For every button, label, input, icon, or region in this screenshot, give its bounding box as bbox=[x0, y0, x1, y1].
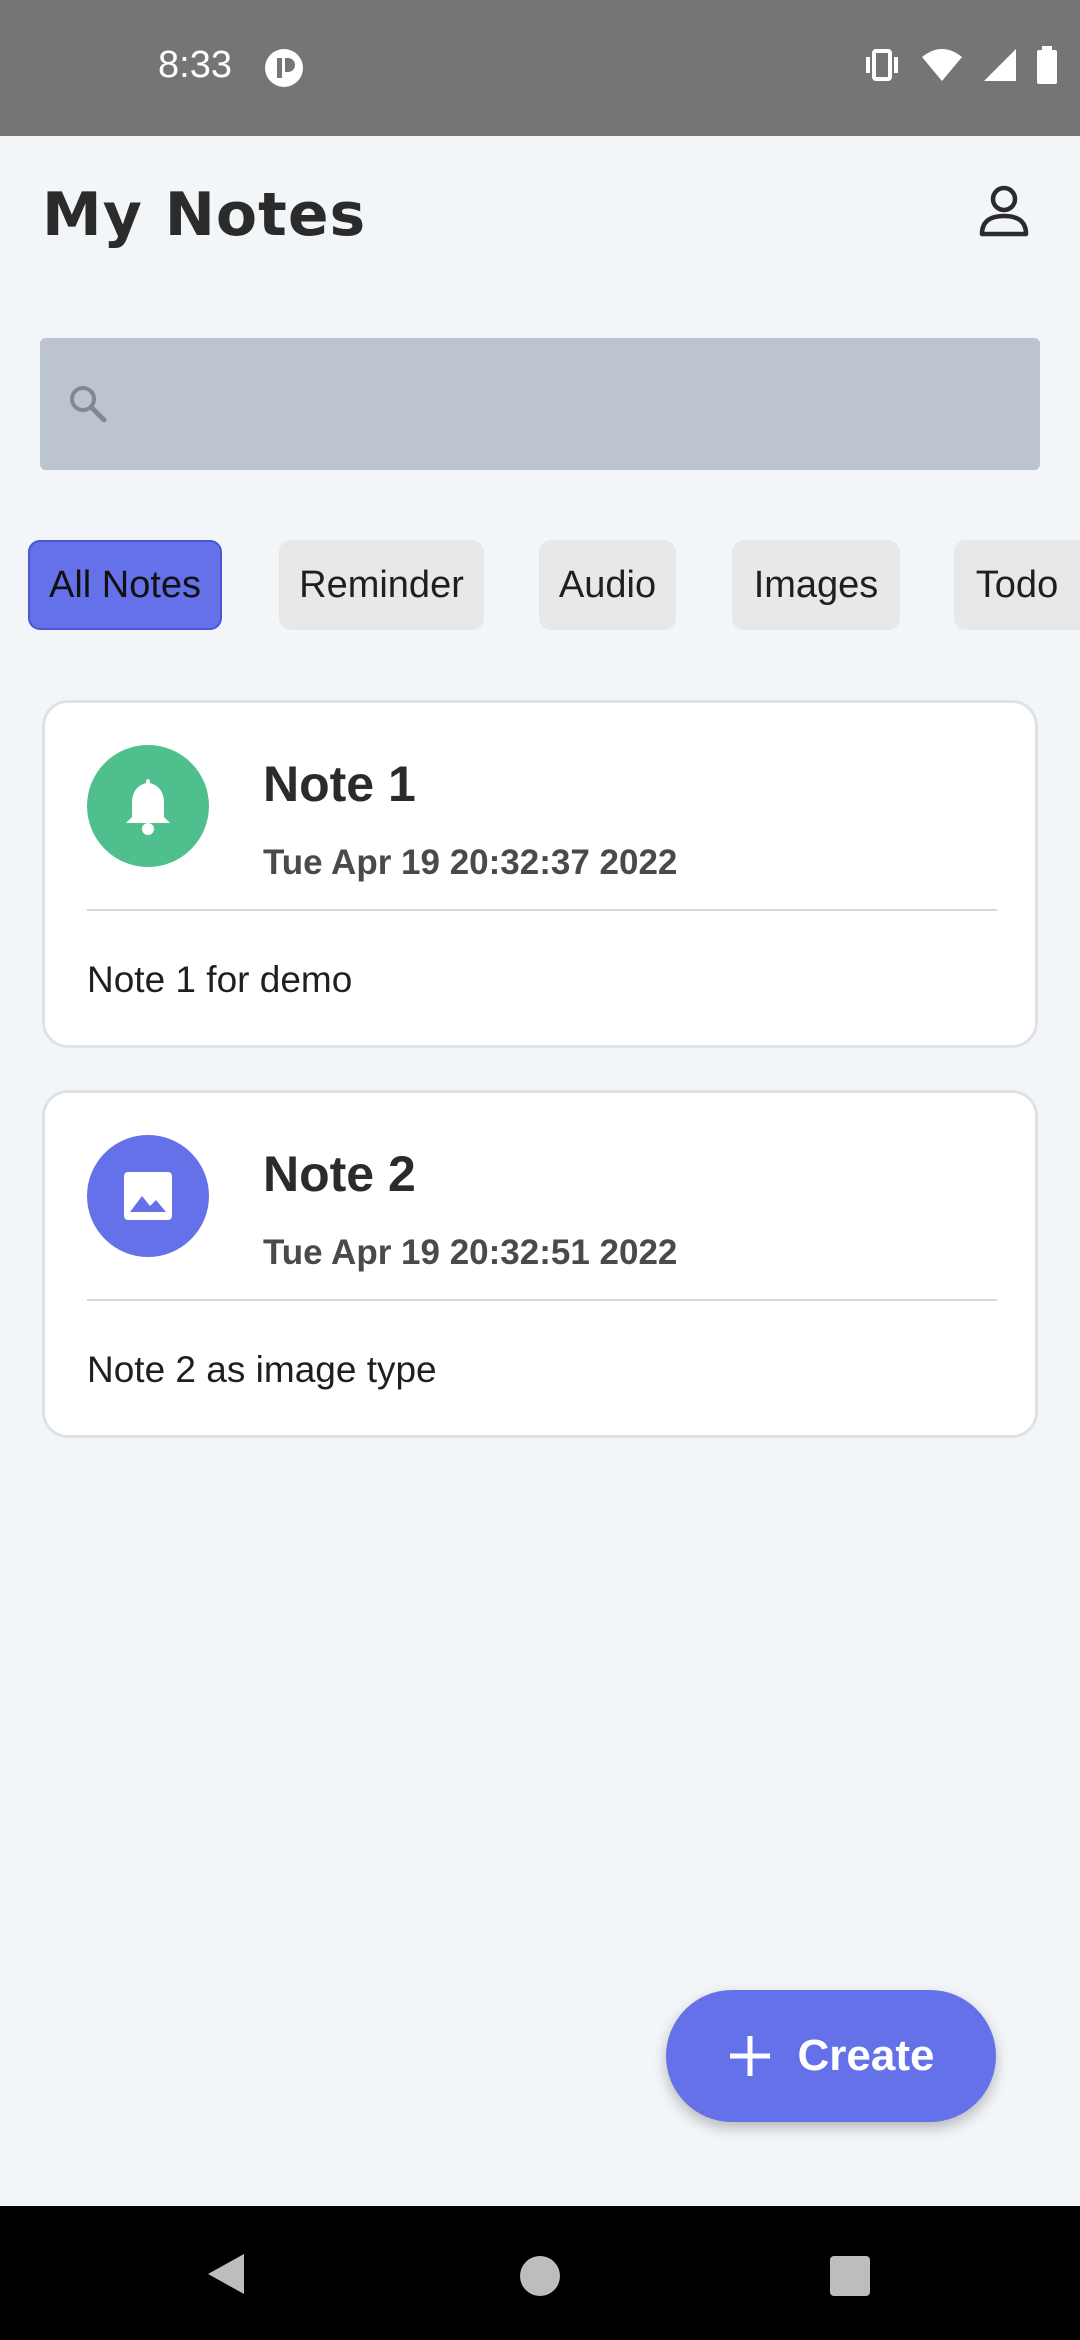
page-title: My Notes bbox=[42, 180, 367, 250]
wifi-icon bbox=[922, 49, 962, 81]
search-input[interactable] bbox=[130, 338, 1024, 472]
image-icon bbox=[124, 1172, 172, 1220]
note-card[interactable]: Note 2 Tue Apr 19 20:32:51 2022 Note 2 a… bbox=[42, 1090, 1038, 1438]
chip-label: Reminder bbox=[299, 563, 464, 606]
chip-label: Audio bbox=[558, 563, 657, 606]
filter-chip-images[interactable]: Images bbox=[732, 540, 900, 630]
status-bar: 8:33 bbox=[0, 0, 1080, 136]
search-bar[interactable] bbox=[40, 338, 1040, 472]
profile-icon[interactable] bbox=[976, 182, 1032, 238]
back-icon[interactable] bbox=[204, 2250, 248, 2298]
filter-chip-all-notes[interactable]: All Notes bbox=[28, 540, 222, 630]
filter-chip-reminder[interactable]: Reminder bbox=[279, 540, 484, 630]
filter-chip-audio[interactable]: Audio bbox=[539, 540, 676, 630]
note-body: Note 2 as image type bbox=[87, 1349, 437, 1390]
app-notification-icon bbox=[265, 49, 303, 87]
signal-icon bbox=[984, 49, 1016, 81]
chip-label: All Notes bbox=[48, 563, 202, 606]
note-type-badge bbox=[87, 745, 209, 867]
bell-icon bbox=[126, 779, 170, 835]
plus-icon bbox=[729, 2036, 770, 2076]
chip-label: Todo bbox=[975, 563, 1059, 606]
battery-icon bbox=[1037, 46, 1057, 84]
status-time: 8:33 bbox=[158, 44, 232, 86]
note-card[interactable]: Note 1 Tue Apr 19 20:32:37 2022 Note 1 f… bbox=[42, 700, 1038, 1048]
search-icon bbox=[70, 386, 107, 423]
filter-chip-todo[interactable]: Todo bbox=[954, 540, 1080, 630]
note-type-badge bbox=[87, 1135, 209, 1257]
vibrate-icon bbox=[866, 49, 898, 81]
note-title: Note 1 bbox=[263, 756, 416, 812]
note-date: Tue Apr 19 20:32:51 2022 bbox=[263, 1233, 678, 1272]
home-icon[interactable] bbox=[520, 2256, 560, 2296]
note-title: Note 2 bbox=[263, 1146, 416, 1202]
chip-label: Images bbox=[753, 563, 879, 606]
recents-icon[interactable] bbox=[830, 2256, 870, 2296]
note-divider bbox=[87, 1299, 997, 1301]
note-body: Note 1 for demo bbox=[87, 959, 353, 1000]
create-button-label: Create bbox=[797, 2031, 935, 2080]
note-date: Tue Apr 19 20:32:37 2022 bbox=[263, 843, 678, 882]
system-nav-bar bbox=[0, 2206, 1080, 2340]
create-button[interactable]: Create bbox=[666, 1990, 996, 2122]
note-divider bbox=[87, 909, 997, 911]
